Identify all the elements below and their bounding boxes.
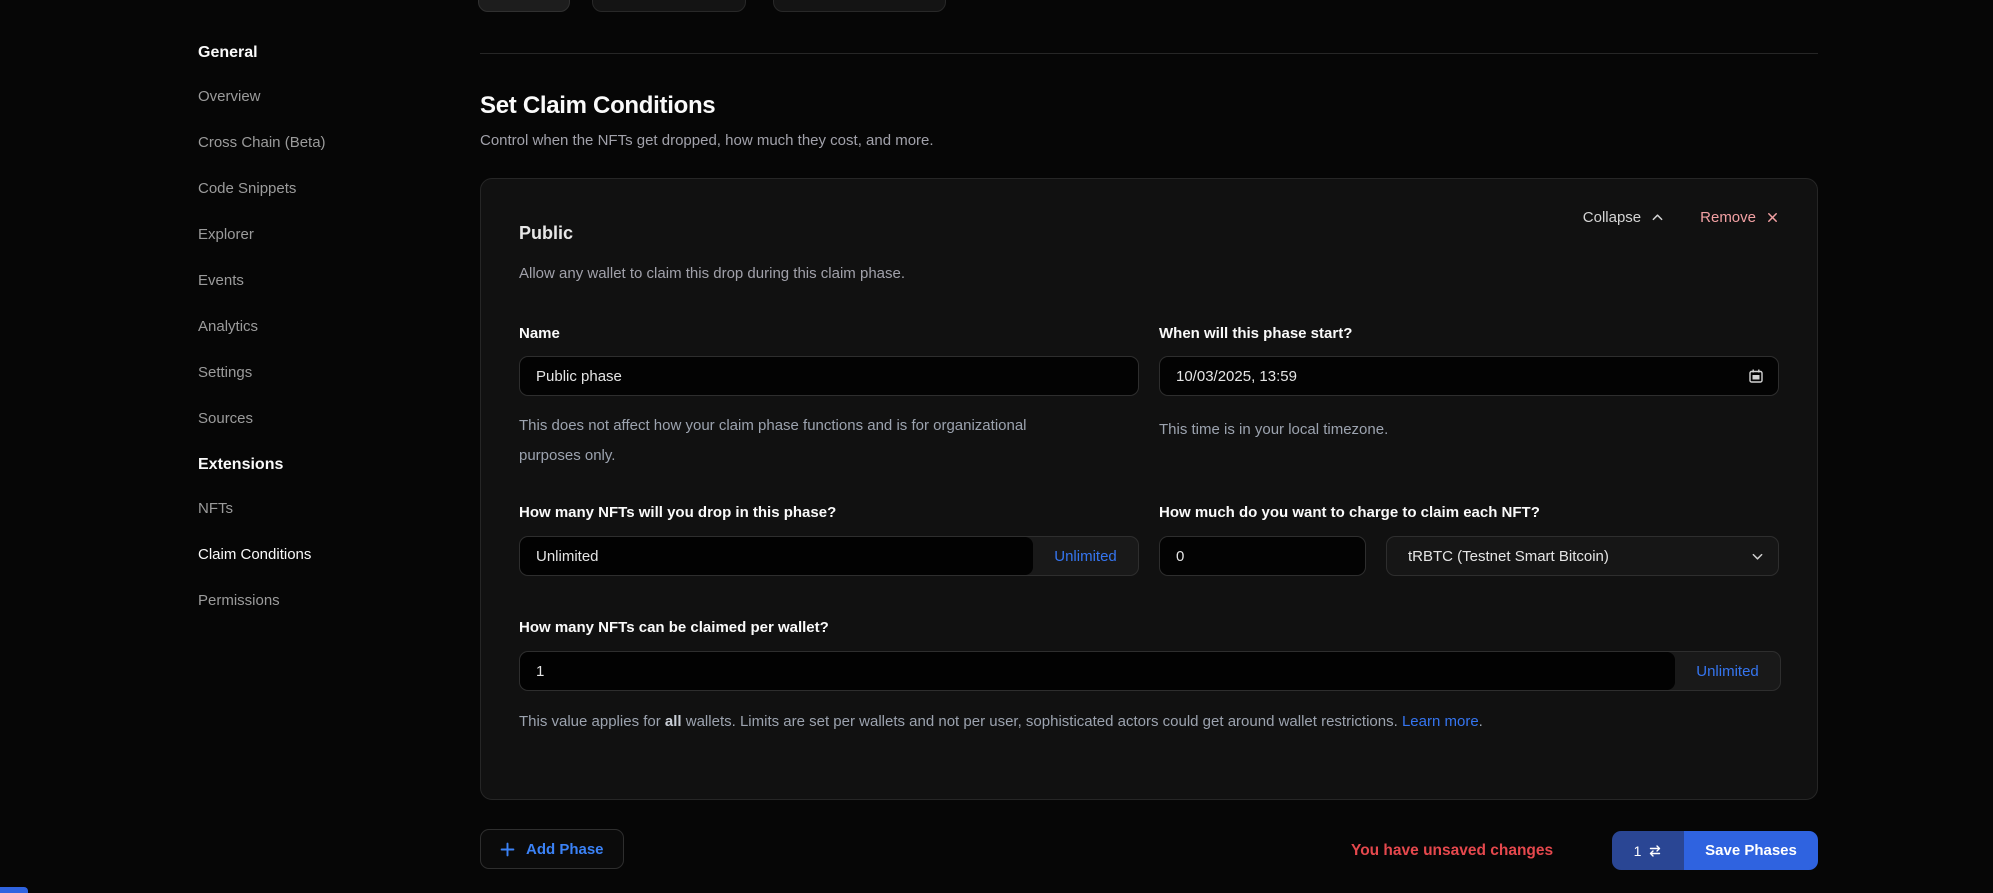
phase-actions: Collapse Remove bbox=[1583, 209, 1779, 226]
supply-input-group: Unlimited bbox=[519, 536, 1139, 576]
add-phase-button[interactable]: Add Phase bbox=[480, 829, 624, 869]
sidebar-item-overview[interactable]: Overview bbox=[198, 88, 261, 106]
cropped-bottom-left-element bbox=[0, 887, 28, 893]
sidebar-section-extensions: Extensions NFTs Claim Conditions Permiss… bbox=[198, 456, 458, 610]
price-amount-input[interactable] bbox=[1159, 536, 1366, 576]
sidebar-item-events[interactable]: Events bbox=[198, 272, 244, 290]
page-title: Set Claim Conditions bbox=[480, 92, 715, 120]
transaction-count: 1 bbox=[1634, 843, 1642, 859]
transaction-count-button[interactable]: 1 bbox=[1612, 831, 1684, 870]
sidebar-item-permissions[interactable]: Permissions bbox=[198, 592, 280, 610]
name-help: This does not affect how your claim phas… bbox=[519, 411, 1079, 471]
sidebar-item-cross-chain[interactable]: Cross Chain (Beta) bbox=[198, 134, 326, 152]
currency-select-value: tRBTC (Testnet Smart Bitcoin) bbox=[1408, 548, 1609, 565]
per-wallet-input[interactable] bbox=[520, 652, 1675, 690]
per-wallet-help-suffix: . bbox=[1479, 713, 1483, 730]
collapse-button[interactable]: Collapse bbox=[1583, 209, 1664, 226]
header-divider bbox=[480, 53, 1818, 54]
save-cluster: 1 Save Phases bbox=[1612, 831, 1818, 870]
per-wallet-help-middle: wallets. Limits are set per wallets and … bbox=[682, 713, 1402, 730]
sidebar-item-claim-conditions[interactable]: Claim Conditions bbox=[198, 546, 311, 564]
swap-arrows-icon bbox=[1648, 844, 1662, 858]
contract-address-label: 0xcDc...906e9 bbox=[630, 0, 713, 1]
sidebar-item-nfts[interactable]: NFTs bbox=[198, 500, 233, 518]
supply-unlimited-button[interactable]: Unlimited bbox=[1033, 537, 1138, 575]
learn-more-link[interactable]: Learn more bbox=[1402, 713, 1479, 730]
per-wallet-unlimited-button[interactable]: Unlimited bbox=[1675, 652, 1780, 690]
page-subtitle: Control when the NFTs get dropped, how m… bbox=[480, 132, 934, 149]
remove-button[interactable]: Remove bbox=[1700, 209, 1779, 226]
sidebar-item-code-snippets[interactable]: Code Snippets bbox=[198, 180, 296, 198]
supply-label: How many NFTs will you drop in this phas… bbox=[519, 504, 836, 521]
close-icon bbox=[1766, 211, 1779, 224]
currency-select[interactable]: tRBTC (Testnet Smart Bitcoin) bbox=[1386, 536, 1779, 576]
save-phases-button[interactable]: Save Phases bbox=[1684, 831, 1818, 870]
sidebar-item-explorer[interactable]: Explorer bbox=[198, 226, 254, 244]
start-datetime-input[interactable]: 10/03/2025, 13:59 bbox=[1159, 356, 1779, 396]
collapse-label: Collapse bbox=[1583, 209, 1641, 226]
start-datetime-value: 10/03/2025, 13:59 bbox=[1176, 368, 1297, 385]
chevron-down-icon bbox=[1751, 550, 1764, 563]
per-wallet-help-prefix: This value applies for bbox=[519, 713, 665, 730]
sidebar-item-sources[interactable]: Sources bbox=[198, 410, 253, 428]
block-explorer-label: Rootstock Blockscout bbox=[788, 0, 912, 1]
chevron-up-icon bbox=[1651, 211, 1664, 224]
timezone-help: This time is in your local timezone. bbox=[1159, 415, 1388, 445]
plus-icon bbox=[500, 842, 515, 857]
phase-title: Public bbox=[519, 223, 573, 244]
name-input[interactable] bbox=[519, 356, 1139, 396]
name-label: Name bbox=[519, 325, 560, 342]
per-wallet-help: This value applies for all wallets. Limi… bbox=[519, 707, 1759, 737]
per-wallet-help-bold: all bbox=[665, 713, 682, 730]
block-explorer-button[interactable]: Rootstock Blockscout bbox=[773, 0, 946, 12]
start-label: When will this phase start? bbox=[1159, 325, 1352, 342]
per-wallet-input-group: Unlimited bbox=[519, 651, 1781, 691]
supply-input[interactable] bbox=[520, 537, 1033, 575]
phase-description: Allow any wallet to claim this drop duri… bbox=[519, 265, 905, 282]
remove-label: Remove bbox=[1700, 209, 1756, 226]
claim-phase-card: Public Allow any wallet to claim this dr… bbox=[480, 178, 1818, 800]
per-wallet-label: How many NFTs can be claimed per wallet? bbox=[519, 619, 829, 636]
contract-address-button[interactable]: 0xcDc...906e9 bbox=[592, 0, 746, 12]
add-phase-label: Add Phase bbox=[526, 841, 604, 858]
sidebar-section-general-title: General bbox=[198, 44, 458, 62]
sidebar-item-settings[interactable]: Settings bbox=[198, 364, 252, 382]
sidebar: General Overview Cross Chain (Beta) Code… bbox=[198, 44, 458, 638]
sidebar-section-general: General Overview Cross Chain (Beta) Code… bbox=[198, 44, 458, 428]
cropped-tab-button[interactable] bbox=[478, 0, 570, 12]
unsaved-changes-text: You have unsaved changes bbox=[1351, 842, 1553, 860]
sidebar-item-analytics[interactable]: Analytics bbox=[198, 318, 258, 336]
calendar-icon bbox=[1748, 368, 1764, 384]
sidebar-section-extensions-title: Extensions bbox=[198, 456, 458, 474]
price-label: How much do you want to charge to claim … bbox=[1159, 504, 1540, 521]
